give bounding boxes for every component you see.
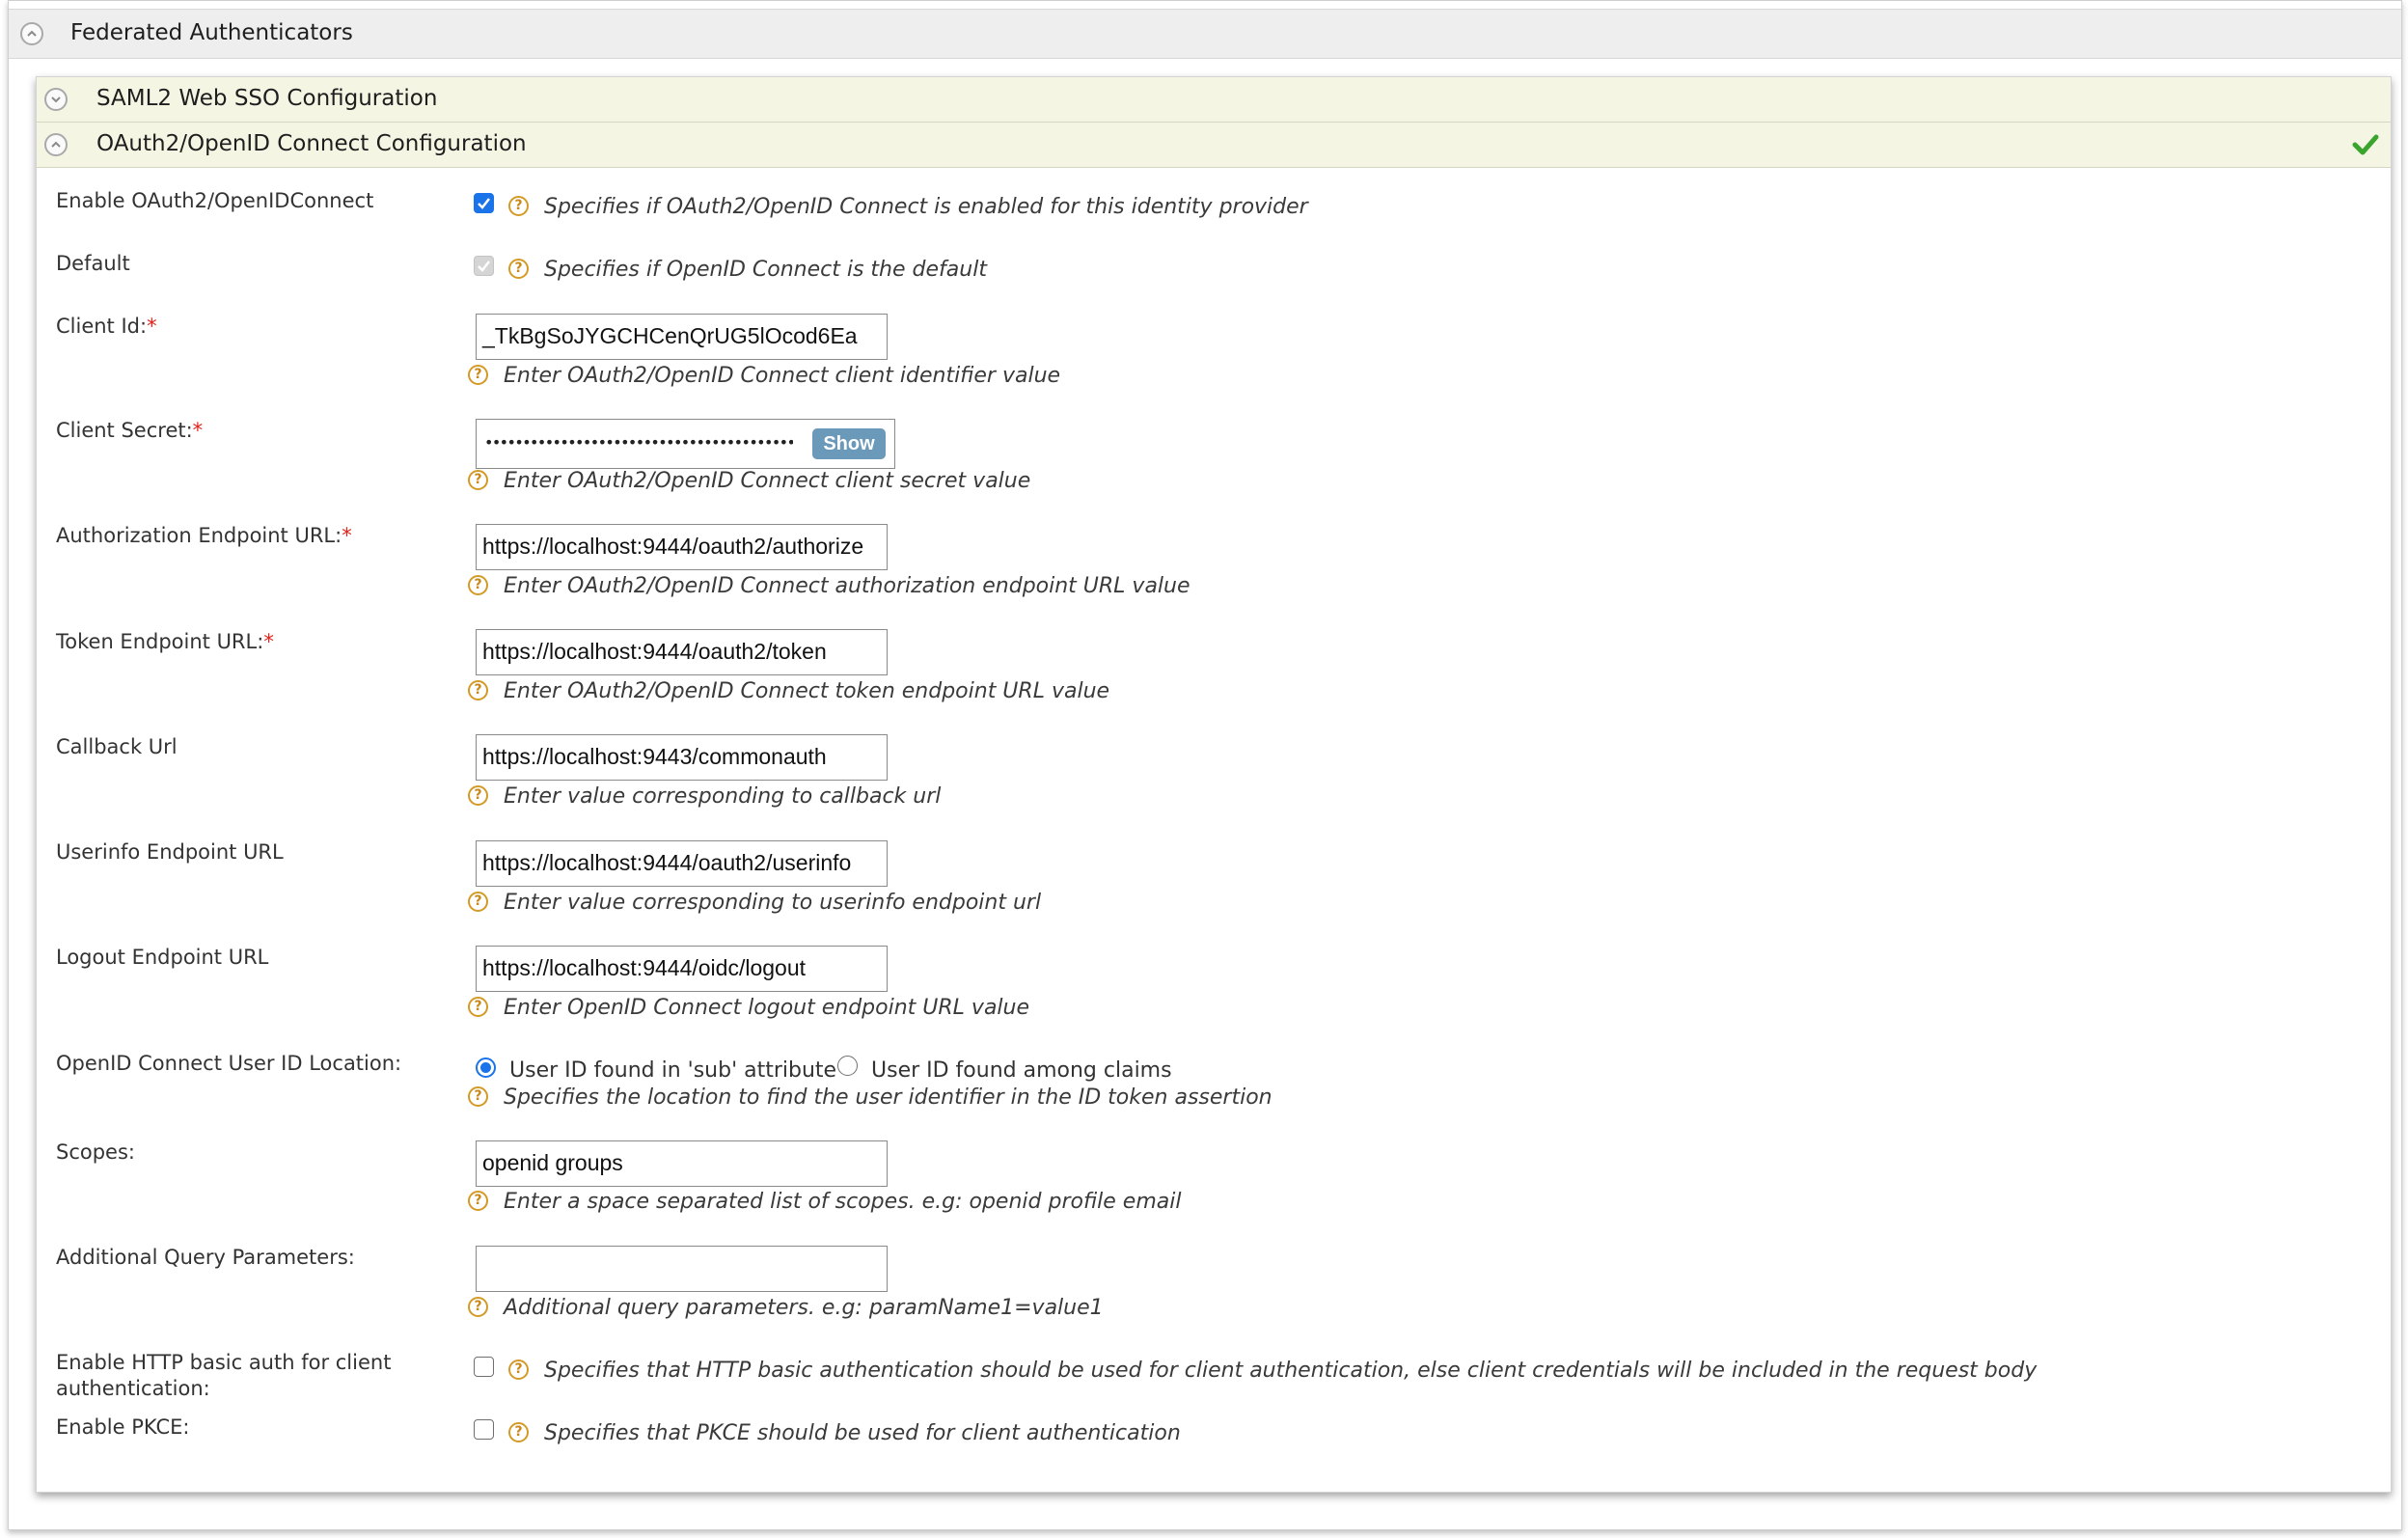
- user-id-location-help: Specifies the location to find the user …: [504, 1085, 1272, 1110]
- federated-authenticators-header[interactable]: Federated Authenticators: [9, 9, 2401, 59]
- callback-url-label: Callback Url: [56, 735, 178, 758]
- userinfo-endpoint-label: Userinfo Endpoint URL: [56, 840, 284, 864]
- basic-auth-label-cont: authentication:: [56, 1377, 210, 1400]
- scopes-label: Scopes:: [56, 1140, 135, 1164]
- client-secret-help: Enter OAuth2/OpenID Connect client secre…: [504, 469, 1031, 493]
- help-icon: ?: [468, 680, 488, 700]
- help-icon: ?: [468, 997, 488, 1017]
- federated-authenticators-panel: Federated Authenticators SAML2 Web SSO C…: [8, 0, 2402, 1530]
- client-id-label: Client Id:*: [56, 315, 157, 338]
- help-icon: ?: [468, 1086, 488, 1107]
- radio-sub-attribute-label[interactable]: User ID found in 'sub' attribute: [509, 1057, 836, 1084]
- auth-endpoint-help: Enter OAuth2/OpenID Connect authorizatio…: [504, 574, 1190, 598]
- callback-url-help: Enter value corresponding to callback ur…: [504, 784, 942, 809]
- help-icon: ?: [468, 365, 488, 385]
- query-params-input[interactable]: [476, 1246, 888, 1292]
- basic-auth-label: Enable HTTP basic auth for client: [56, 1351, 392, 1374]
- basic-auth-help: Specifies that HTTP basic authentication…: [544, 1359, 2038, 1383]
- pkce-help: Specifies that PKCE should be used for c…: [544, 1421, 1181, 1445]
- userinfo-endpoint-help: Enter value corresponding to userinfo en…: [504, 891, 1042, 915]
- enable-oidc-help: Specifies if OAuth2/OpenID Connect is en…: [544, 195, 1308, 219]
- authenticators-container: SAML2 Web SSO Configuration OAuth2/OpenI…: [36, 76, 2392, 1493]
- scopes-help: Enter a space separated list of scopes. …: [504, 1190, 1182, 1214]
- help-icon: ?: [508, 1422, 529, 1442]
- chevron-up-icon[interactable]: [44, 133, 68, 156]
- help-icon: ?: [468, 1297, 488, 1317]
- help-icon: ?: [508, 1359, 529, 1380]
- client-secret-value[interactable]: ••••••••••••••••••••••••••••••••••••••••…: [484, 420, 793, 468]
- chevron-down-icon[interactable]: [44, 88, 68, 111]
- saml-config-header[interactable]: SAML2 Web SSO Configuration: [37, 77, 2391, 123]
- query-params-help: Additional query parameters. e.g: paramN…: [504, 1296, 1104, 1320]
- help-icon: ?: [508, 259, 529, 279]
- help-icon: ?: [468, 785, 488, 806]
- pkce-label: Enable PKCE:: [56, 1415, 190, 1439]
- client-id-help: Enter OAuth2/OpenID Connect client ident…: [504, 364, 1061, 388]
- help-icon: ?: [468, 470, 488, 490]
- oidc-config-header[interactable]: OAuth2/OpenID Connect Configuration: [37, 123, 2391, 168]
- chevron-up-icon[interactable]: [20, 22, 43, 45]
- auth-endpoint-label: Authorization Endpoint URL:*: [56, 524, 352, 547]
- token-endpoint-help: Enter OAuth2/OpenID Connect token endpoi…: [504, 679, 1110, 703]
- default-help: Specifies if OpenID Connect is the defau…: [544, 258, 987, 282]
- client-secret-label: Client Secret:*: [56, 419, 204, 442]
- auth-endpoint-input[interactable]: https://localhost:9444/oauth2/authorize: [476, 524, 888, 570]
- logout-endpoint-help: Enter OpenID Connect logout endpoint URL…: [504, 996, 1030, 1020]
- help-icon: ?: [508, 196, 529, 216]
- help-icon: ?: [468, 892, 488, 912]
- client-id-input[interactable]: _TkBgSoJYGCHCenQrUG5lOcod6Ea: [476, 314, 888, 360]
- logout-endpoint-label: Logout Endpoint URL: [56, 946, 269, 969]
- radio-among-claims-label[interactable]: User ID found among claims: [871, 1057, 1172, 1084]
- scopes-input[interactable]: openid groups: [476, 1140, 888, 1187]
- enable-oidc-checkbox[interactable]: [474, 193, 494, 213]
- query-params-label: Additional Query Parameters:: [56, 1246, 355, 1269]
- callback-url-input[interactable]: https://localhost:9443/commonauth: [476, 734, 888, 781]
- token-endpoint-label: Token Endpoint URL:*: [56, 630, 274, 653]
- oidc-config-title: OAuth2/OpenID Connect Configuration: [96, 131, 527, 156]
- token-endpoint-input[interactable]: https://localhost:9444/oauth2/token: [476, 629, 888, 675]
- enable-oidc-label: Enable OAuth2/OpenIDConnect: [56, 189, 374, 212]
- user-id-location-label: OpenID Connect User ID Location:: [56, 1052, 402, 1075]
- section-title: Federated Authenticators: [70, 20, 353, 45]
- check-icon: [2352, 134, 2379, 155]
- show-secret-button[interactable]: Show: [812, 428, 886, 459]
- default-label: Default: [56, 252, 130, 275]
- radio-among-claims[interactable]: [837, 1056, 858, 1076]
- help-icon: ?: [468, 575, 488, 595]
- radio-sub-attribute[interactable]: [476, 1057, 496, 1078]
- logout-endpoint-input[interactable]: https://localhost:9444/oidc/logout: [476, 946, 888, 992]
- userinfo-endpoint-input[interactable]: https://localhost:9444/oauth2/userinfo: [476, 840, 888, 887]
- saml-config-title: SAML2 Web SSO Configuration: [96, 86, 438, 111]
- default-checkbox: [474, 256, 494, 276]
- basic-auth-checkbox[interactable]: [474, 1357, 494, 1377]
- client-secret-input[interactable]: ••••••••••••••••••••••••••••••••••••••••…: [476, 419, 895, 469]
- pkce-checkbox[interactable]: [474, 1419, 494, 1440]
- help-icon: ?: [468, 1191, 488, 1211]
